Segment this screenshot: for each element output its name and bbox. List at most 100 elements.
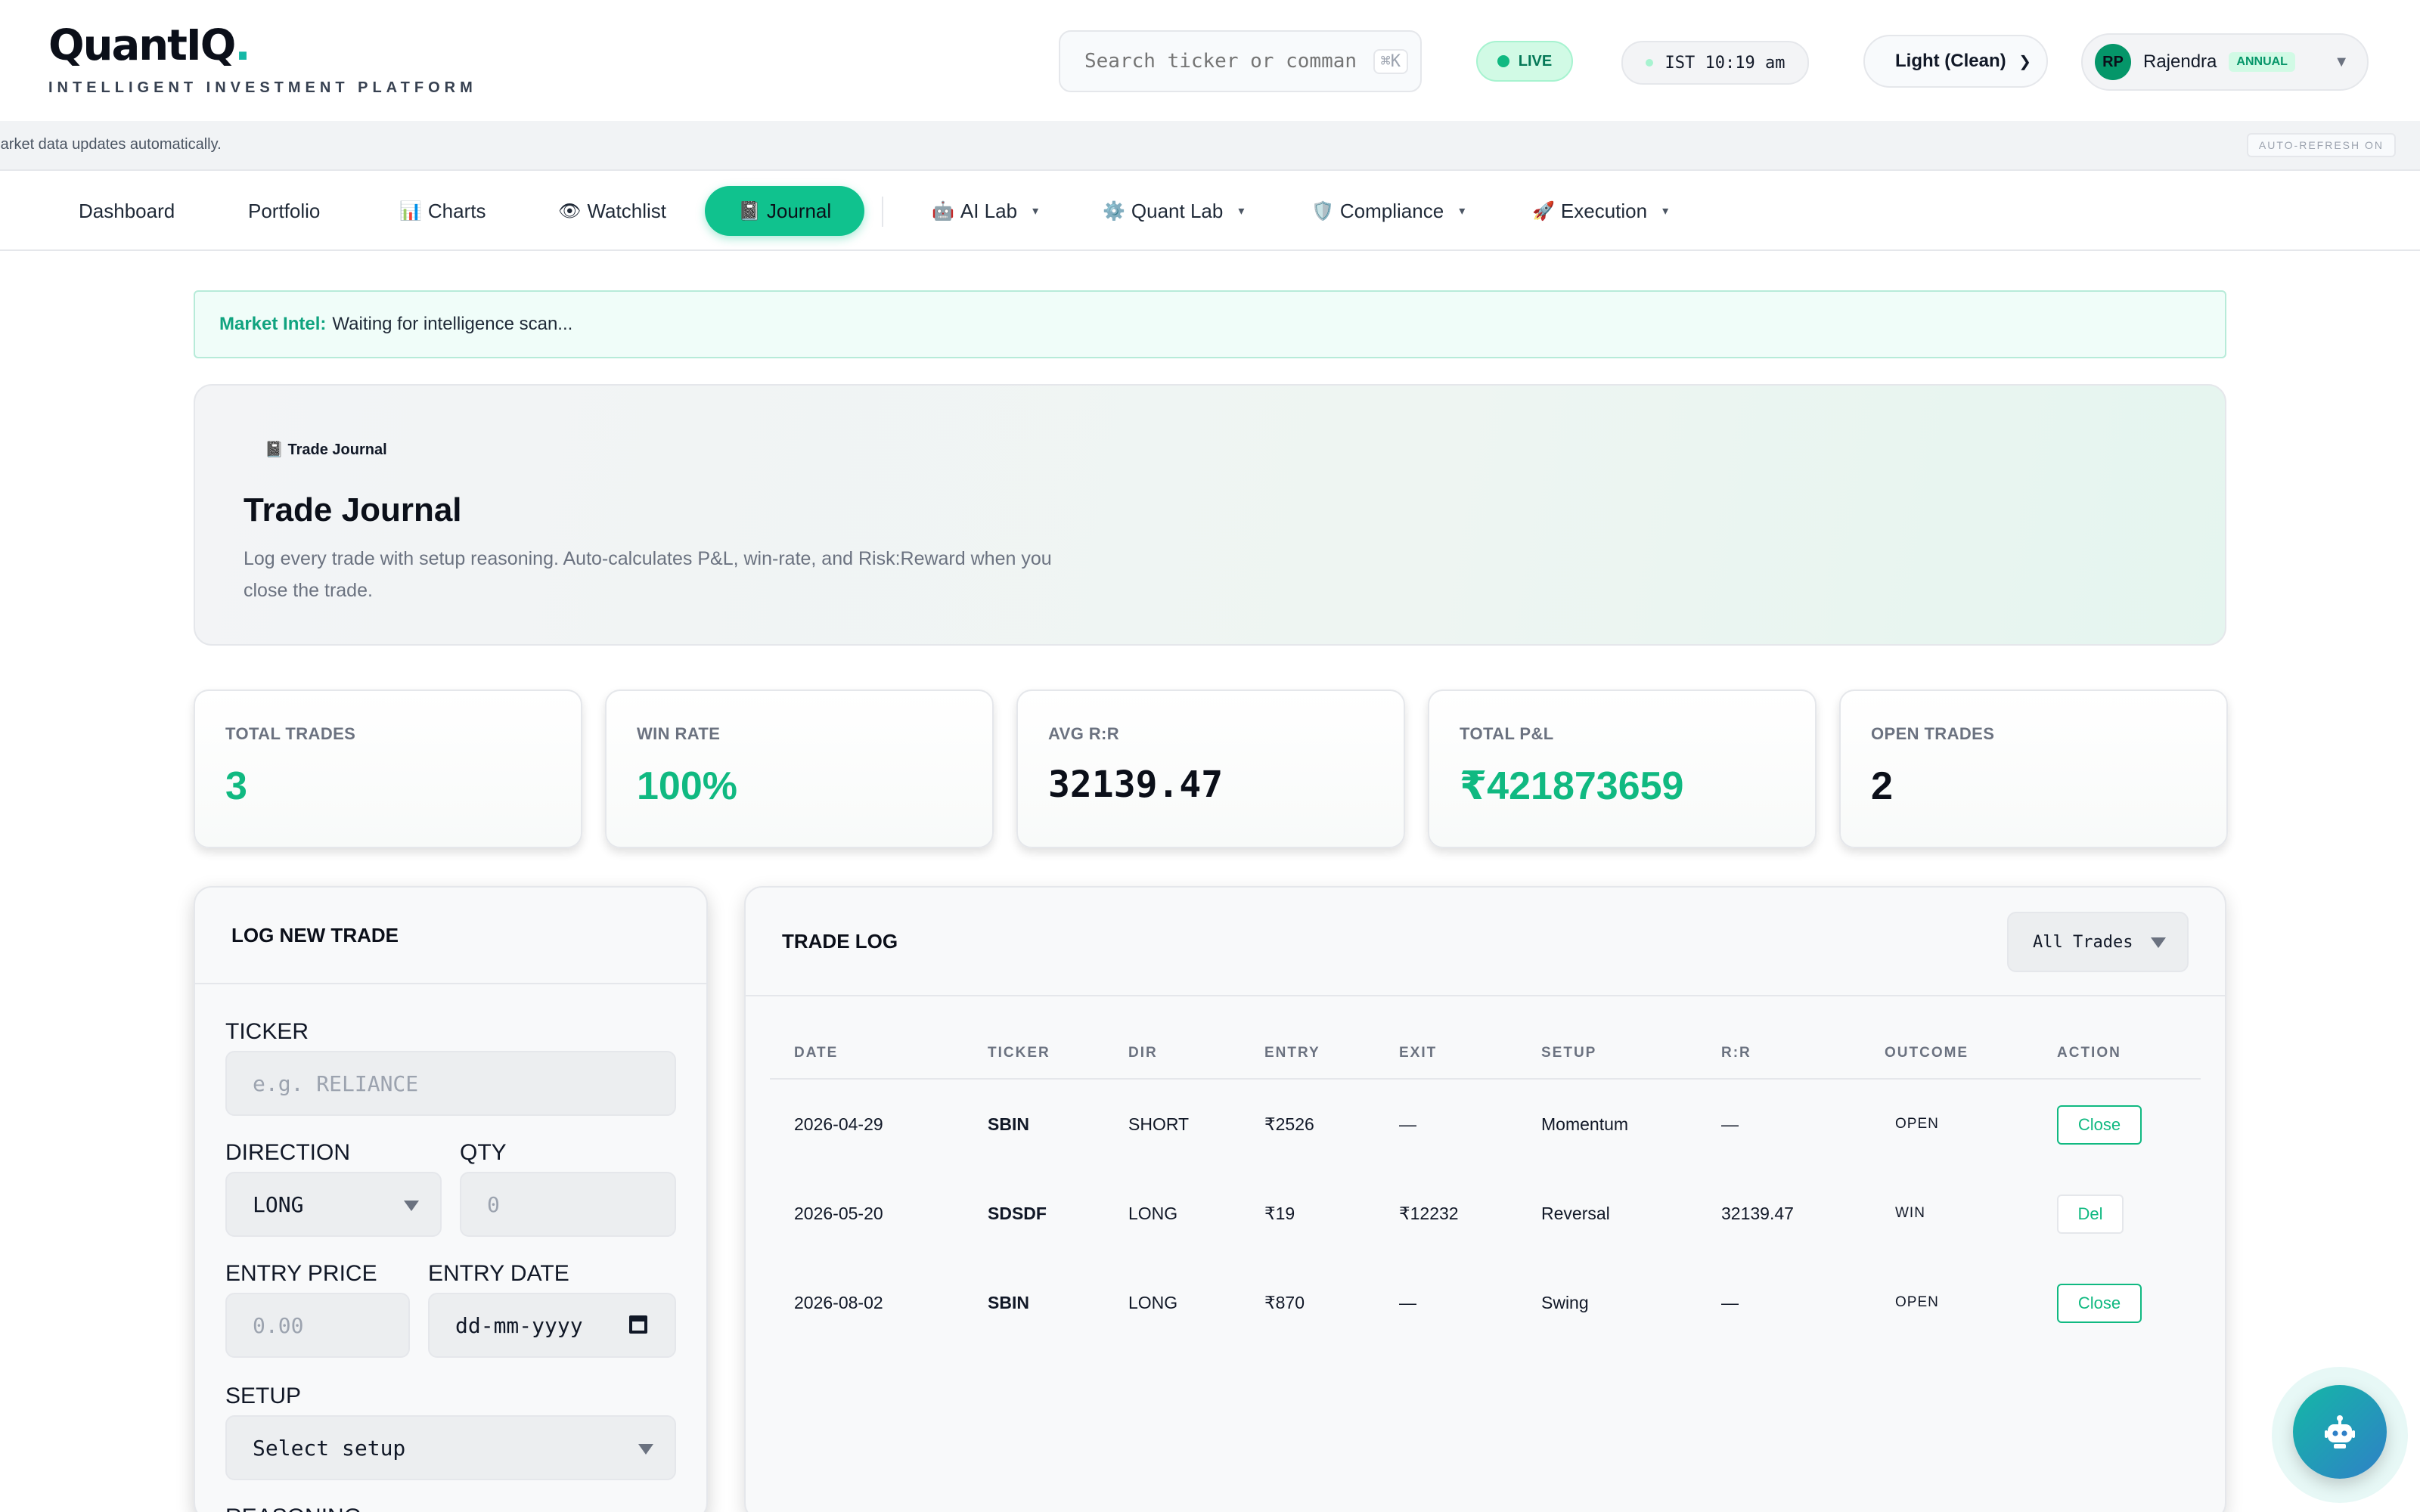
direction-label: DIRECTION	[225, 1140, 350, 1165]
close-trade-button[interactable]: Close	[2057, 1105, 2142, 1145]
dropdown-dot-icon: ▾	[1032, 205, 1039, 218]
tab-label: Charts	[427, 199, 486, 222]
ai-assistant-button[interactable]	[2293, 1385, 2387, 1479]
col-header-rr: R:R	[1721, 1045, 1751, 1061]
entry-price-input[interactable]: 0.00	[225, 1293, 410, 1358]
cell-rr: —	[1721, 1114, 1739, 1134]
col-header-exit: EXIT	[1399, 1045, 1438, 1061]
stat-label: TOTAL TRADES	[225, 724, 356, 743]
direction-select[interactable]: LONG	[225, 1172, 442, 1237]
live-label: LIVE	[1518, 52, 1553, 70]
dropdown-dot-icon: ▾	[1662, 205, 1669, 218]
panel-title: TRADE LOG	[782, 930, 898, 953]
tab-quant-lab[interactable]: ⚙️ Quant Lab ▾	[1103, 186, 1244, 236]
panel-title: LOG NEW TRADE	[195, 888, 706, 984]
plan-badge: ANNUAL	[2229, 52, 2295, 72]
stat-label: OPEN TRADES	[1871, 724, 1995, 743]
entry-date-input[interactable]: dd-mm-yyyy	[428, 1293, 676, 1358]
tab-label: Execution	[1560, 199, 1648, 222]
search-shortcut: ⌘K	[1373, 48, 1408, 74]
setup-select[interactable]: Select setup	[225, 1415, 676, 1480]
cell-entry: ₹870	[1264, 1293, 1305, 1312]
user-name: Rajendra	[2143, 51, 2217, 72]
cell-outcome: OPEN	[1895, 1294, 1939, 1310]
header-divider	[770, 1078, 2201, 1080]
stat-value: 100%	[637, 764, 737, 808]
cell-dir: LONG	[1128, 1204, 1178, 1223]
search-input[interactable]	[1084, 50, 1357, 73]
cell-exit: ₹12232	[1399, 1204, 1459, 1223]
tab-portfolio[interactable]: Portfolio	[248, 186, 320, 236]
avatar: RP	[2095, 44, 2131, 80]
journal-hero: 📓 Trade Journal Trade Journal Log every …	[194, 384, 2226, 646]
delete-trade-button[interactable]: Del	[2057, 1194, 2124, 1234]
log-new-trade-panel: LOG NEW TRADE TICKER e.g. RELIANCE DIREC…	[194, 886, 708, 1512]
dropdown-dot-icon: ▾	[1459, 205, 1466, 218]
entry-price-placeholder: 0.00	[253, 1312, 304, 1338]
ticker-input[interactable]: e.g. RELIANCE	[225, 1051, 676, 1116]
stat-open-trades: OPEN TRADES 2	[1839, 689, 2228, 848]
search-box[interactable]: ⌘K	[1059, 30, 1422, 92]
close-trade-button[interactable]: Close	[2057, 1284, 2142, 1323]
tab-watchlist[interactable]: 👁 Watchlist	[558, 186, 666, 236]
direction-value: LONG	[253, 1191, 304, 1217]
page-description: Log every trade with setup reasoning. Au…	[244, 548, 1052, 601]
tab-label: AI Lab	[960, 199, 1018, 222]
top-header: QuantIQ. INTELLIGENT INVESTMENT PLATFORM…	[0, 0, 2420, 121]
stat-label: WIN RATE	[637, 724, 721, 743]
stat-value: 3	[225, 764, 247, 808]
reasoning-label: REASONING	[225, 1504, 361, 1512]
caret-down-icon	[2151, 937, 2166, 948]
tab-charts[interactable]: 📊 Charts	[399, 186, 486, 236]
cell-date: 2026-05-20	[794, 1204, 883, 1223]
qty-input[interactable]: 0	[460, 1172, 676, 1237]
tab-compliance[interactable]: 🛡️ Compliance ▾	[1311, 186, 1465, 236]
cell-exit: —	[1399, 1114, 1416, 1134]
theme-select[interactable]: Light (Clean) ❯	[1863, 35, 2048, 88]
stat-label: AVG R:R	[1048, 724, 1120, 743]
cell-entry: ₹2526	[1264, 1114, 1314, 1134]
chevron-down-icon: ❯	[2018, 53, 2031, 70]
col-header-setup: SETUP	[1541, 1045, 1597, 1061]
live-dot-icon	[1497, 55, 1509, 67]
calendar-icon[interactable]	[629, 1315, 647, 1334]
tab-execution[interactable]: 🚀 Execution ▾	[1532, 186, 1668, 236]
stat-value: ₹421873659	[1460, 764, 1684, 808]
clock-pill: IST 10:19 am	[1621, 41, 1809, 85]
stat-label: TOTAL P&L	[1460, 724, 1554, 743]
cell-ticker: SBIN	[988, 1293, 1029, 1312]
setup-label: SETUP	[225, 1383, 302, 1408]
logo[interactable]: QuantIQ. INTELLIGENT INVESTMENT PLATFORM	[48, 21, 477, 97]
col-header-dir: DIR	[1128, 1045, 1158, 1061]
tab-ai-lab[interactable]: 🤖 AI Lab ▾	[932, 186, 1038, 236]
stat-value: 2	[1871, 764, 1893, 808]
qty-label: QTY	[460, 1140, 507, 1165]
trade-filter-select[interactable]: All Trades	[2007, 912, 2189, 972]
user-menu[interactable]: RP Rajendra ANNUAL ▼	[2081, 33, 2369, 91]
stat-value: 32139.47	[1048, 764, 1224, 806]
cell-dir: SHORT	[1128, 1114, 1190, 1134]
info-bar: Market data updates automatically. AUTO-…	[0, 121, 2420, 171]
robot-icon	[2325, 1415, 2355, 1448]
eye-icon: 👁	[558, 200, 582, 222]
shield-icon: 🛡️	[1311, 200, 1334, 222]
clock-text: IST 10:19 am	[1665, 53, 1786, 73]
col-header-outcome: OUTCOME	[1885, 1045, 1969, 1061]
tab-label: Journal	[766, 199, 832, 222]
trade-log-header: TRADE LOG All Trades	[746, 888, 2225, 996]
tab-dashboard[interactable]: Dashboard	[79, 186, 175, 236]
caret-down-icon	[638, 1444, 653, 1455]
col-header-action: ACTION	[2057, 1045, 2121, 1061]
status-dot-icon	[1645, 59, 1653, 67]
tab-journal[interactable]: 📓 Journal	[705, 186, 865, 236]
stat-total-pnl: TOTAL P&L ₹421873659	[1428, 689, 1817, 848]
logo-tagline: INTELLIGENT INVESTMENT PLATFORM	[48, 79, 477, 96]
tab-label: Dashboard	[79, 199, 175, 222]
gear-icon: ⚙️	[1103, 200, 1125, 222]
cell-rr: —	[1721, 1293, 1739, 1312]
ticker-placeholder: e.g. RELIANCE	[253, 1070, 419, 1096]
col-header-entry: ENTRY	[1264, 1045, 1320, 1061]
hero-tag: 📓 Trade Journal	[265, 440, 387, 459]
cell-setup: Momentum	[1541, 1114, 1629, 1134]
market-intel-banner: Market Intel: Waiting for intelligence s…	[194, 290, 2226, 358]
